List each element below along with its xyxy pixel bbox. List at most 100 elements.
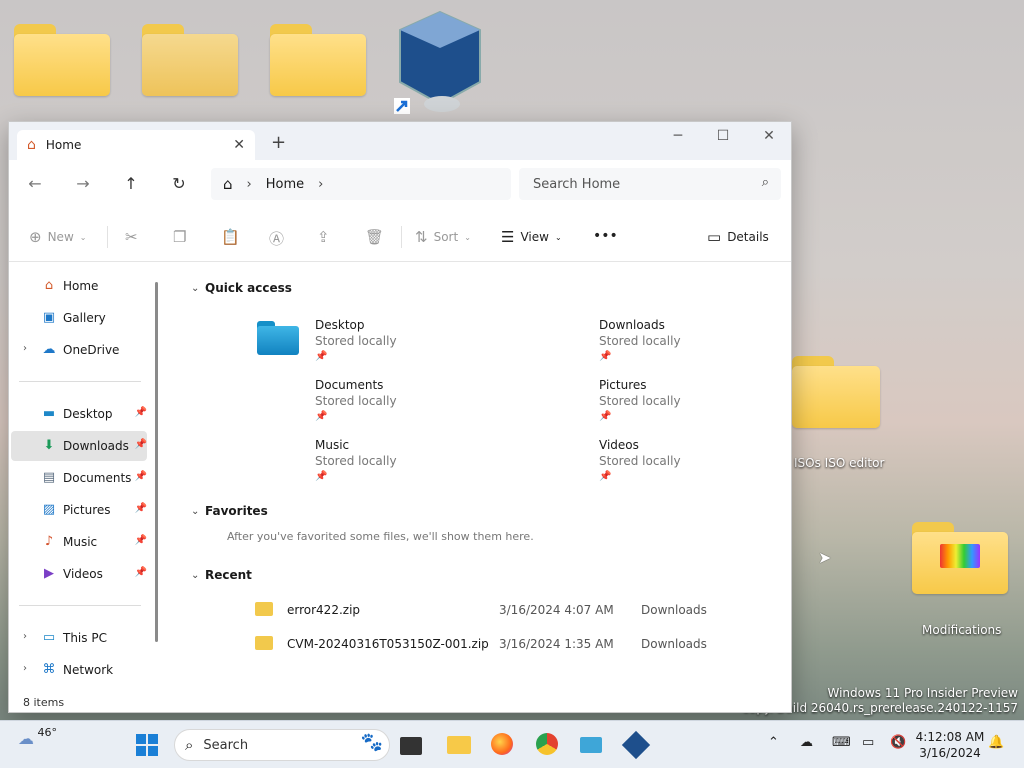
virtualbox-taskbar-icon[interactable]	[621, 730, 651, 760]
back-icon[interactable]: ←	[23, 174, 47, 193]
section-quick-access[interactable]: ⌄ Quick access	[191, 281, 292, 295]
chevron-down-icon: ⌄	[554, 232, 562, 242]
sidebar-item-pictures[interactable]: ▨ Pictures 📌	[11, 495, 147, 525]
view-label: View	[520, 230, 549, 244]
sidebar-item-label: Documents	[63, 471, 132, 485]
details-button[interactable]: ▭ Details	[707, 228, 769, 246]
remote-desktop-icon[interactable]	[580, 733, 604, 757]
start-button[interactable]	[135, 733, 159, 757]
desktop-folder-tile-icon	[257, 321, 299, 355]
chevron-right-icon[interactable]: ›	[23, 631, 27, 642]
minimize-icon[interactable]: ─	[663, 128, 693, 144]
item-sub: Stored locally	[315, 394, 397, 408]
new-button[interactable]: ⊕ New ⌄	[29, 228, 86, 246]
sidebar-item-onedrive[interactable]: › ☁ OneDrive	[11, 335, 147, 365]
quick-access-item[interactable]: Music Stored locally 📌	[315, 437, 397, 485]
sort-button[interactable]: ⇅ Sort ⌄	[415, 228, 471, 246]
video-icon: ▶	[44, 566, 54, 581]
chrome-icon[interactable]	[536, 733, 560, 757]
notification-bell-icon[interactable]: 🔔	[988, 735, 1004, 750]
forward-icon[interactable]: →	[71, 174, 95, 193]
rename-button[interactable]: Ⓐ	[269, 228, 284, 249]
sidebar-scrollbar[interactable]	[155, 282, 158, 642]
home-icon: ⌂	[27, 137, 36, 153]
details-pane-icon: ▭	[707, 228, 722, 246]
sidebar-item-downloads[interactable]: ⬇ Downloads 📌	[11, 431, 147, 461]
quick-access-item[interactable]: Downloads Stored locally 📌	[599, 317, 681, 365]
desktop-folder-icon[interactable]	[912, 522, 1008, 594]
volume-muted-icon[interactable]: 🔇	[890, 735, 906, 750]
new-label: New	[47, 230, 74, 244]
system-clock[interactable]: 4:12:08 AM 3/16/2024	[912, 729, 988, 761]
sidebar-item-label: Videos	[63, 567, 103, 581]
more-options-button[interactable]: •••	[593, 228, 618, 244]
breadcrumb[interactable]: Home	[266, 177, 304, 192]
item-sub: Stored locally	[599, 334, 681, 348]
new-tab-icon[interactable]: +	[271, 132, 286, 153]
address-bar[interactable]: ⌂ › Home ›	[211, 168, 511, 200]
view-button[interactable]: ☰ View ⌄	[501, 228, 562, 246]
chevron-up-icon[interactable]: ⌃	[768, 735, 779, 750]
copy-button[interactable]: ❐	[173, 228, 186, 246]
sidebar-item-this-pc[interactable]: › ▭ This PC	[11, 623, 147, 653]
onedrive-tray-icon[interactable]: ☁	[800, 735, 813, 750]
paste-button[interactable]: 📋	[221, 228, 240, 246]
windows-logo-icon	[136, 734, 158, 756]
gallery-icon: ▣	[42, 310, 56, 325]
cut-button[interactable]: ✂	[125, 228, 138, 246]
refresh-icon[interactable]: ↻	[167, 174, 191, 193]
command-bar: ⊕ New ⌄ ✂ ❐ 📋 Ⓐ ⇪ 🗑 ⇅ Sort ⌄ ☰ View ⌄ ••…	[9, 212, 791, 262]
section-favorites[interactable]: ⌄ Favorites	[191, 504, 268, 518]
close-tab-icon[interactable]: ✕	[233, 137, 245, 153]
sidebar-item-desktop[interactable]: ▬ Desktop 📌	[11, 399, 147, 429]
file-explorer-taskbar-icon[interactable]	[447, 733, 471, 757]
chevron-down-icon: ⌄	[191, 505, 200, 517]
file-location: Downloads	[641, 603, 707, 617]
chevron-down-icon: ⌄	[191, 569, 200, 581]
item-name: Documents	[315, 378, 384, 392]
share-button[interactable]: ⇪	[317, 228, 330, 246]
quick-access-item[interactable]: Pictures Stored locally 📌	[599, 377, 681, 425]
sidebar-item-videos[interactable]: ▶ Videos 📌	[11, 559, 147, 589]
taskbar-search[interactable]: ⌕ Search 🐾	[174, 729, 390, 761]
section-title: Recent	[205, 568, 252, 582]
virtualbox-shortcut-icon[interactable]	[392, 8, 488, 116]
sidebar-item-documents[interactable]: ▤ Documents 📌	[11, 463, 147, 493]
quick-access-item[interactable]: Desktop Stored locally 📌	[315, 317, 397, 365]
sidebar-item-home[interactable]: ⌂ Home	[11, 271, 147, 301]
weather-widget[interactable]: ☁ 46°	[18, 726, 58, 748]
search-input[interactable]: Search Home ⌕	[519, 168, 781, 200]
rename-icon: Ⓐ	[269, 230, 285, 248]
tab-home[interactable]: ⌂ Home ✕	[17, 130, 255, 160]
quick-access-item[interactable]: Documents Stored locally 📌	[315, 377, 397, 425]
weather-temp: 46°	[37, 726, 58, 739]
pin-icon: 📌	[599, 471, 612, 482]
sidebar-item-gallery[interactable]: ▣ Gallery	[11, 303, 147, 333]
desktop-folder-icon[interactable]	[14, 24, 110, 96]
color-bars-icon	[940, 544, 980, 568]
chevron-right-icon[interactable]: ›	[23, 343, 27, 354]
chevron-right-icon[interactable]: ›	[318, 177, 323, 192]
maximize-icon[interactable]: ☐	[708, 128, 738, 144]
close-window-icon[interactable]: ✕	[754, 128, 784, 144]
table-row[interactable]: error422.zip 3/16/2024 4:07 AM Downloads	[255, 598, 755, 622]
table-row[interactable]: CVM-20240316T053150Z-001.zip 3/16/2024 1…	[255, 632, 755, 656]
keyboard-icon[interactable]: ⌨	[832, 735, 851, 750]
desktop-folder-icon[interactable]	[792, 356, 880, 428]
firefox-icon[interactable]	[491, 733, 515, 757]
network-tray-icon[interactable]: ▭	[862, 735, 874, 750]
quick-access-item[interactable]: Videos Stored locally 📌	[599, 437, 681, 485]
desktop-folder-icon[interactable]	[270, 24, 366, 96]
task-view-icon[interactable]	[400, 737, 422, 755]
sidebar-item-music[interactable]: ♪ Music 📌	[11, 527, 147, 557]
sidebar-item-network[interactable]: › ⌘ Network	[11, 655, 147, 685]
section-recent[interactable]: ⌄ Recent	[191, 568, 252, 582]
desktop-folder-icon[interactable]	[142, 24, 238, 96]
sidebar-item-label: Gallery	[63, 311, 106, 325]
delete-button[interactable]: 🗑	[365, 228, 384, 246]
up-icon[interactable]: ↑	[119, 174, 143, 193]
chevron-right-icon[interactable]: ›	[23, 663, 27, 674]
desktop-icon-label: ISOs ISO editor	[794, 456, 885, 470]
search-icon: ⌕	[761, 175, 769, 190]
clock-time: 4:12:08 AM	[915, 730, 985, 744]
